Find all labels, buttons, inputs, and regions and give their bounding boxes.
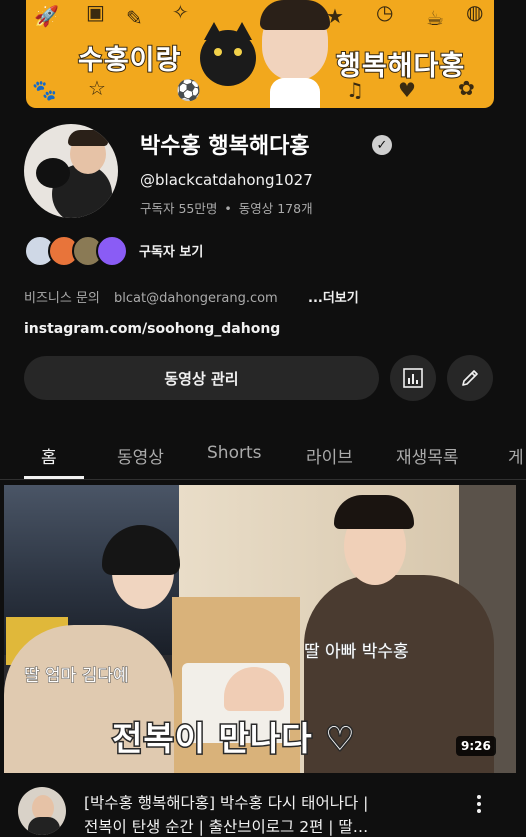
analytics-icon — [403, 368, 423, 388]
video-title-line-1[interactable]: [박수홍 행복해다홍] 박수홍 다시 태어나다 | — [84, 791, 368, 813]
channel-name: 박수홍 행복해다홍 — [140, 134, 310, 159]
video-count: 동영상 178개 — [238, 201, 313, 216]
heart-doodle-icon: ♥ — [398, 78, 416, 102]
planet-doodle-icon: ◍ — [466, 0, 484, 24]
avatar-hair — [68, 130, 108, 146]
clock-doodle-icon: ◷ — [376, 0, 394, 24]
analytics-button[interactable] — [390, 355, 436, 401]
ball-doodle-icon: ⚽ — [176, 78, 201, 102]
tab-playlists[interactable]: 재생목록 — [396, 443, 459, 468]
man-hair — [260, 0, 330, 30]
video-title-line-2[interactable]: 전복이 탄생 순간 | 출산브이로그 2편 | 딸… — [84, 815, 368, 837]
tab-home[interactable]: 홈 — [41, 443, 57, 468]
star-doodle-icon: ☆ — [88, 76, 106, 100]
business-label: 비즈니스 문의 — [24, 291, 100, 306]
pencil-doodle-icon: ✎ — [126, 6, 143, 30]
banner-title-left: 수홍이랑 — [77, 44, 182, 77]
banner-title-right: 행복해다홍 — [335, 50, 466, 83]
cat-ear-right — [232, 22, 252, 40]
rocket-doodle-icon: 🚀 — [34, 4, 59, 28]
business-email: blcat@dahongerang.com — [114, 291, 278, 306]
channel-avatar[interactable] — [24, 124, 118, 218]
channel-banner: 🚀 ▣ ✎ ✧ ★ ◷ ☕ ◍ 🐾 ☆ ⚽ ♫ ♥ ✿ 수홍이랑 행복해다홍 — [26, 0, 494, 108]
cat-doodle-icon: 🐾 — [32, 78, 57, 102]
subscriber-avatar — [96, 235, 128, 267]
tab-community[interactable]: 게 — [508, 443, 524, 468]
more-options-icon[interactable] — [470, 790, 488, 818]
edit-button[interactable] — [447, 355, 493, 401]
tabs-divider — [0, 479, 526, 480]
manage-videos-button[interactable]: 동영상 관리 — [24, 356, 379, 400]
label-mom: 딸 엄마 김다예 — [24, 666, 130, 687]
cat-eye — [234, 48, 242, 56]
instagram-link[interactable]: instagram.com/soohong_dahong — [24, 321, 280, 337]
business-inquiry: 비즈니스 문의 blcat@dahongerang.com — [24, 287, 278, 306]
thumbnail-title: 전복이 만나다 ♡ — [111, 718, 357, 760]
cat-eye — [214, 48, 222, 56]
sparkle-doodle-icon: ✧ — [172, 0, 189, 24]
cat-ear-left — [204, 22, 224, 40]
stats-separator: • — [224, 201, 232, 216]
tab-videos[interactable]: 동영상 — [117, 443, 164, 468]
tab-shorts[interactable]: Shorts — [207, 443, 261, 463]
view-subscribers-link[interactable]: 구독자 보기 — [139, 241, 203, 260]
man-shirt — [270, 78, 320, 108]
label-dad: 딸 아빠 박수홍 — [304, 642, 410, 663]
cup-doodle-icon: ☕ — [426, 6, 444, 30]
man-hair — [334, 495, 414, 529]
avatar-cat — [36, 158, 70, 188]
pencil-icon — [462, 370, 478, 386]
note-doodle-icon: ♫ — [346, 78, 364, 102]
frame-doodle-icon: ▣ — [86, 0, 105, 24]
verified-badge-icon: ✓ — [372, 135, 392, 155]
subscriber-count: 구독자 55만명 — [140, 201, 218, 216]
video-duration: 9:26 — [456, 736, 496, 756]
avatar-body — [28, 817, 60, 835]
more-link[interactable]: ...더보기 — [308, 287, 359, 306]
channel-handle: @blackcatdahong1027 — [140, 171, 313, 189]
tab-live[interactable]: 라이브 — [306, 443, 353, 468]
video-channel-avatar[interactable] — [18, 787, 66, 835]
channel-stats: 구독자 55만명 • 동영상 178개 — [140, 198, 313, 217]
